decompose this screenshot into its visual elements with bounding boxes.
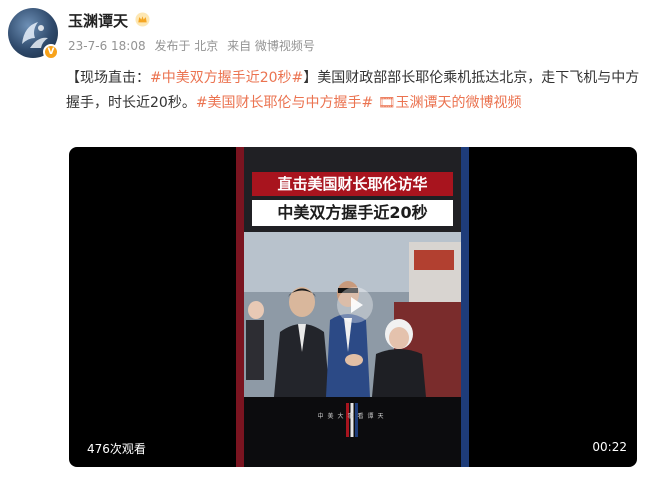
video-caption-line1: 直击美国财长耶伦访华 bbox=[252, 172, 453, 196]
view-count: 476次观看 bbox=[87, 442, 146, 456]
post-meta: 23-7-6 18:08 发布于 北京 来自 微博视频号 bbox=[68, 37, 320, 54]
post-location: 发布于 北京 bbox=[154, 39, 219, 53]
author-name[interactable]: 玉渊谭天 bbox=[68, 10, 128, 31]
post-source[interactable]: 来自 微博视频号 bbox=[227, 39, 315, 53]
verified-badge: V bbox=[43, 44, 59, 60]
post-time[interactable]: 23-7-6 18:08 bbox=[68, 39, 146, 53]
video-player[interactable]: 直击美国财长耶伦访华 中美双方握手近20秒 中美大事看谭天 476次观看 00:… bbox=[69, 147, 637, 467]
crown-icon bbox=[135, 12, 150, 27]
topic-link-yellen[interactable]: #美国财长耶伦与中方握手# bbox=[196, 95, 373, 111]
video-subtitle: 中美大事看谭天 bbox=[317, 413, 388, 420]
post-prefix: 【现场直击： bbox=[66, 70, 150, 86]
topic-link-handshake[interactable]: #中美双方握手近20秒# bbox=[150, 70, 303, 86]
video-caption-line2: 中美双方握手近20秒 bbox=[252, 200, 453, 226]
video-duration: 00:22 bbox=[592, 440, 627, 454]
video-link[interactable]: 🎞玉渊谭天的微博视频 bbox=[378, 95, 522, 111]
play-icon[interactable] bbox=[337, 287, 373, 323]
logo-bars-icon bbox=[346, 403, 358, 437]
post-text: 【现场直击：#中美双方握手近20秒#】美国财政部部长耶伦乘机抵达北京，走下飞机与… bbox=[66, 66, 640, 116]
